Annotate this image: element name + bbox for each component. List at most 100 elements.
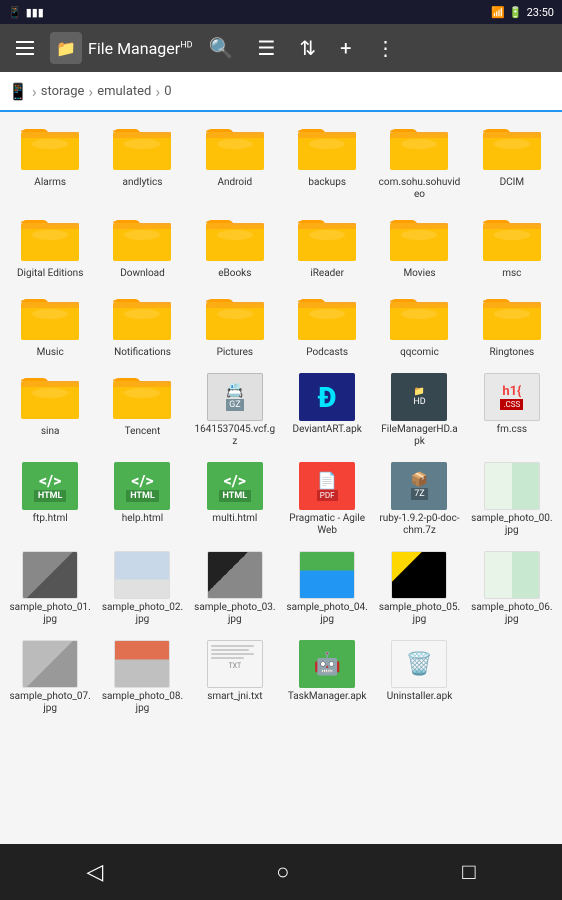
list-item[interactable]: Digital Editions	[4, 207, 96, 286]
file-name: backups	[308, 177, 346, 189]
add-button[interactable]: +	[332, 28, 359, 68]
folder-icon	[113, 373, 171, 423]
list-item[interactable]: Podcasts	[281, 286, 373, 365]
list-item[interactable]: sample_photo_00.jpg	[466, 454, 558, 543]
vcf-icon: 📇 GZ	[207, 373, 263, 421]
folder-icon	[298, 294, 356, 344]
file-name: multi.html	[212, 513, 257, 525]
list-item[interactable]: Tencent	[96, 365, 188, 454]
file-name: sample_photo_08.jpg	[101, 691, 183, 715]
list-item[interactable]: 📁HD FileManagerHD.apk	[373, 365, 465, 454]
sort-button[interactable]: ⇅	[291, 28, 324, 68]
search-button[interactable]: 🔍	[201, 28, 242, 68]
list-item[interactable]: sample_photo_08.jpg	[96, 632, 188, 721]
phone-icon: 📱	[8, 6, 22, 19]
archive-icon: 📦 7Z	[391, 462, 447, 510]
menu-button[interactable]	[8, 33, 42, 63]
list-item[interactable]: Movies	[373, 207, 465, 286]
list-view-button[interactable]: ☰	[249, 28, 283, 68]
file-name: Music	[37, 347, 64, 359]
list-item[interactable]: iReader	[281, 207, 373, 286]
list-item[interactable]: </> HTML ftp.html	[4, 454, 96, 543]
file-name: FileManagerHD.apk	[378, 424, 460, 448]
file-name: sample_photo_04.jpg	[286, 602, 368, 626]
file-name: DCIM	[500, 177, 525, 189]
list-item[interactable]: Ð DeviantART.apk	[281, 365, 373, 454]
file-name: sample_photo_00.jpg	[471, 513, 553, 537]
apk-fm-icon: 📁HD	[391, 373, 447, 421]
list-item[interactable]: Download	[96, 207, 188, 286]
list-item[interactable]: DCIM	[466, 116, 558, 207]
back-button[interactable]: ◁	[62, 852, 127, 893]
time: 23:50	[527, 6, 554, 19]
folder-icon	[21, 294, 79, 344]
status-left: 📱 ▮▮▮	[8, 6, 44, 19]
list-item[interactable]: 🗑️ Uninstaller.apk	[373, 632, 465, 721]
list-item[interactable]: sample_photo_02.jpg	[96, 543, 188, 632]
battery-icon: 🔋	[509, 6, 523, 19]
list-item[interactable]: Ringtones	[466, 286, 558, 365]
image-thumbnail	[114, 551, 170, 599]
list-item[interactable]: sample_photo_07.jpg	[4, 632, 96, 721]
folder-icon	[298, 124, 356, 174]
file-name: TaskManager.apk	[288, 691, 367, 703]
file-name: sina	[41, 426, 60, 438]
file-name: fm.css	[497, 424, 527, 436]
image-thumbnail	[484, 551, 540, 599]
list-item[interactable]: Notifications	[96, 286, 188, 365]
list-item[interactable]: andlytics	[96, 116, 188, 207]
list-item[interactable]: backups	[281, 116, 373, 207]
list-item[interactable]: </> HTML help.html	[96, 454, 188, 543]
list-item[interactable]: 📄 PDF Pragmatic - Agile Web	[281, 454, 373, 543]
html-icon: </> HTML	[22, 462, 78, 510]
list-item[interactable]: sample_photo_05.jpg	[373, 543, 465, 632]
home-button[interactable]: ○	[252, 851, 313, 893]
list-item[interactable]: Android	[189, 116, 281, 207]
folder-icon	[113, 215, 171, 265]
folder-icon	[21, 215, 79, 265]
file-grid-container: Alarms andlytics Android	[0, 112, 562, 844]
list-item[interactable]: sample_photo_03.jpg	[189, 543, 281, 632]
folder-icon	[483, 215, 541, 265]
list-item[interactable]: Pictures	[189, 286, 281, 365]
app-icon-container: 📁 File ManagerHD	[50, 32, 193, 64]
list-item[interactable]: </> HTML multi.html	[189, 454, 281, 543]
list-item[interactable]: 📦 7Z ruby-1.9.2-p0-doc-chm.7z	[373, 454, 465, 543]
list-item[interactable]: sample_photo_06.jpg	[466, 543, 558, 632]
folder-icon	[483, 294, 541, 344]
list-item[interactable]: sample_photo_04.jpg	[281, 543, 373, 632]
file-name: sample_photo_06.jpg	[471, 602, 553, 626]
file-name: eBooks	[218, 268, 251, 280]
recent-button[interactable]: □	[438, 851, 499, 893]
list-item[interactable]: msc	[466, 207, 558, 286]
list-item[interactable]: 🤖 TaskManager.apk	[281, 632, 373, 721]
list-item[interactable]: 📇 GZ 1641537045.vcf.gz	[189, 365, 281, 454]
image-thumbnail	[484, 462, 540, 510]
list-item[interactable]: sample_photo_01.jpg	[4, 543, 96, 632]
breadcrumb-storage[interactable]: storage	[41, 84, 85, 99]
signal-bars: ▮▮▮	[26, 6, 44, 19]
file-name: Download	[120, 268, 165, 280]
breadcrumb-0[interactable]: 0	[164, 84, 171, 99]
folder-icon	[21, 373, 79, 423]
file-name: Movies	[403, 268, 435, 280]
list-item[interactable]: Music	[4, 286, 96, 365]
file-name: help.html	[122, 513, 163, 525]
list-item[interactable]: sina	[4, 365, 96, 454]
list-item[interactable]: com.sohu.sohuvideo	[373, 116, 465, 207]
file-name: Digital Editions	[17, 268, 83, 280]
list-item[interactable]: eBooks	[189, 207, 281, 286]
css-icon: h1{ .CSS	[484, 373, 540, 421]
image-thumbnail	[22, 551, 78, 599]
list-item[interactable]: Alarms	[4, 116, 96, 207]
folder-icon	[21, 124, 79, 174]
file-name: sample_photo_01.jpg	[9, 602, 91, 626]
breadcrumb-emulated[interactable]: emulated	[97, 84, 151, 99]
bottom-nav: ◁ ○ □	[0, 844, 562, 900]
folder-icon	[206, 124, 264, 174]
list-item[interactable]: h1{ .CSS fm.css	[466, 365, 558, 454]
list-item[interactable]: qqcomic	[373, 286, 465, 365]
list-item[interactable]: TXT smart_jni.txt	[189, 632, 281, 721]
file-name: Pragmatic - Agile Web	[286, 513, 368, 537]
more-button[interactable]: ⋮	[367, 28, 403, 68]
